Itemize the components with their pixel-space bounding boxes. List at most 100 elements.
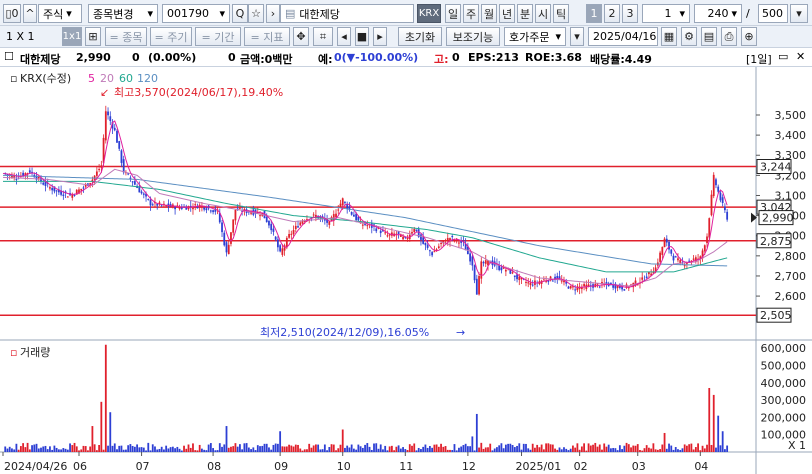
- candle-body: [513, 275, 516, 278]
- period-tick-tab[interactable]: 틱: [553, 4, 569, 23]
- prev-icon[interactable]: ◂: [337, 27, 351, 46]
- volume-bar: [402, 447, 404, 452]
- volume-bar: [397, 445, 400, 452]
- volume-bar: [250, 449, 252, 452]
- interval-value: 1: [664, 7, 672, 20]
- period-hour-tab[interactable]: 시: [535, 4, 551, 23]
- link-icon[interactable]: ▯0: [3, 4, 21, 23]
- assist-button[interactable]: 보조기능: [446, 27, 500, 46]
- period-week-tab[interactable]: 주: [463, 4, 479, 23]
- volume-bar: [498, 445, 501, 452]
- filter-indicator-button[interactable]: = 지표: [244, 27, 290, 46]
- volume-bar: [80, 449, 83, 452]
- candle-body: [384, 232, 387, 234]
- checkbox-icon[interactable]: ☐: [4, 50, 14, 63]
- volume-bar: [556, 449, 559, 452]
- search-icon[interactable]: Q: [232, 4, 248, 23]
- volume-bar: [726, 445, 729, 452]
- volume-bar: [641, 450, 644, 452]
- candle-body: [529, 282, 532, 286]
- volume-bar: [221, 446, 223, 452]
- volume-bar: [299, 448, 302, 452]
- filter-stock-button[interactable]: = 종목: [105, 27, 147, 46]
- volume-bar: [614, 448, 617, 452]
- time-tick-label: 07: [136, 460, 150, 473]
- market-select[interactable]: 주식 ▾: [38, 4, 82, 23]
- table-icon[interactable]: ▤: [701, 27, 717, 46]
- volume-bar: [160, 446, 163, 452]
- order-select[interactable]: 호가주문 ▾: [504, 27, 566, 46]
- arrow-right-icon[interactable]: ›: [266, 4, 280, 23]
- volume-bar: [428, 445, 431, 452]
- multiplier-3-button[interactable]: 3: [622, 4, 638, 23]
- filter-period-button[interactable]: = 주기: [150, 27, 192, 46]
- star-icon[interactable]: ☆: [248, 4, 264, 23]
- candle-body: [569, 286, 572, 289]
- price-chart[interactable]: 3,5003,4003,3003,2003,1003,0002,9002,800…: [0, 67, 812, 474]
- total-value: 500: [762, 7, 783, 20]
- volume-bar: [308, 443, 311, 452]
- next-icon[interactable]: ▸: [373, 27, 387, 46]
- count-input[interactable]: 240 ▾: [694, 4, 742, 23]
- caret-up-icon[interactable]: ^: [23, 4, 37, 23]
- stock-code-input[interactable]: 001790 ▾: [162, 4, 230, 23]
- period-month-tab[interactable]: 월: [481, 4, 497, 23]
- chevron-down-icon[interactable]: ▾: [570, 27, 584, 46]
- hline-label: 3,244: [760, 161, 792, 174]
- volume-bar: [580, 446, 583, 452]
- candle-body: [344, 202, 346, 204]
- crosshair-icon[interactable]: ⌗: [313, 27, 333, 46]
- volume-bar: [536, 444, 539, 452]
- candle-body: [677, 258, 679, 261]
- date-input[interactable]: 2025/04/16: [588, 27, 658, 46]
- candle-body: [683, 265, 686, 267]
- close-icon[interactable]: ✕: [796, 50, 805, 63]
- multiplier-1-button[interactable]: 1: [586, 4, 602, 23]
- settings-icon[interactable]: ⚙: [681, 27, 697, 46]
- volume-bar: [17, 449, 20, 452]
- globe-icon[interactable]: ⊕: [741, 27, 757, 46]
- restore-icon[interactable]: ▭: [778, 50, 788, 63]
- volume-bar: [632, 445, 635, 452]
- volume-bar: [446, 449, 449, 452]
- calendar-icon[interactable]: ▦: [661, 27, 677, 46]
- volume-bar: [527, 448, 530, 452]
- move-icon[interactable]: ✥: [293, 27, 309, 46]
- layout-1x1-button[interactable]: 1x1: [62, 27, 82, 46]
- reset-button[interactable]: 초기화: [398, 27, 442, 46]
- volume-bar: [120, 445, 123, 452]
- period-minute-tab[interactable]: 분: [517, 4, 533, 23]
- period-year-tab[interactable]: 년: [499, 4, 515, 23]
- volume-bar: [151, 444, 154, 452]
- volume-bar: [319, 449, 322, 452]
- volume-bar: [100, 401, 103, 452]
- candle-body: [598, 286, 601, 288]
- exchange-button[interactable]: KRX: [417, 4, 441, 23]
- volume-bar: [24, 447, 27, 452]
- volume-bar: [136, 444, 138, 452]
- symbol-search-label: 종목변경: [93, 7, 134, 21]
- volume-bar: [91, 426, 94, 452]
- volume-bar: [534, 447, 536, 452]
- period-day-tab[interactable]: 일: [445, 4, 461, 23]
- volume-bar: [62, 448, 65, 452]
- filter-range-button[interactable]: = 기간: [195, 27, 241, 46]
- print-icon[interactable]: ⎙: [721, 27, 737, 46]
- candle-body: [352, 214, 355, 217]
- volume-bar: [223, 444, 226, 452]
- stop-icon[interactable]: ■: [355, 27, 369, 46]
- multiplier-2-button[interactable]: 2: [604, 4, 620, 23]
- candle-body: [299, 222, 302, 226]
- interval-input[interactable]: 1 ▾: [642, 4, 690, 23]
- candle-body: [221, 222, 223, 233]
- candle-body: [147, 198, 150, 200]
- layout-label[interactable]: 1 X 1: [6, 30, 35, 43]
- volume-bar: [312, 445, 315, 452]
- volume-bar: [625, 442, 628, 452]
- total-input[interactable]: 500: [758, 4, 788, 23]
- chevron-down-icon[interactable]: ▾: [790, 4, 808, 23]
- volume-bar: [596, 446, 599, 452]
- grid-icon[interactable]: ⊞: [85, 27, 101, 46]
- volume-bar: [661, 444, 664, 452]
- symbol-search-select[interactable]: 종목변경 ▾: [88, 4, 158, 23]
